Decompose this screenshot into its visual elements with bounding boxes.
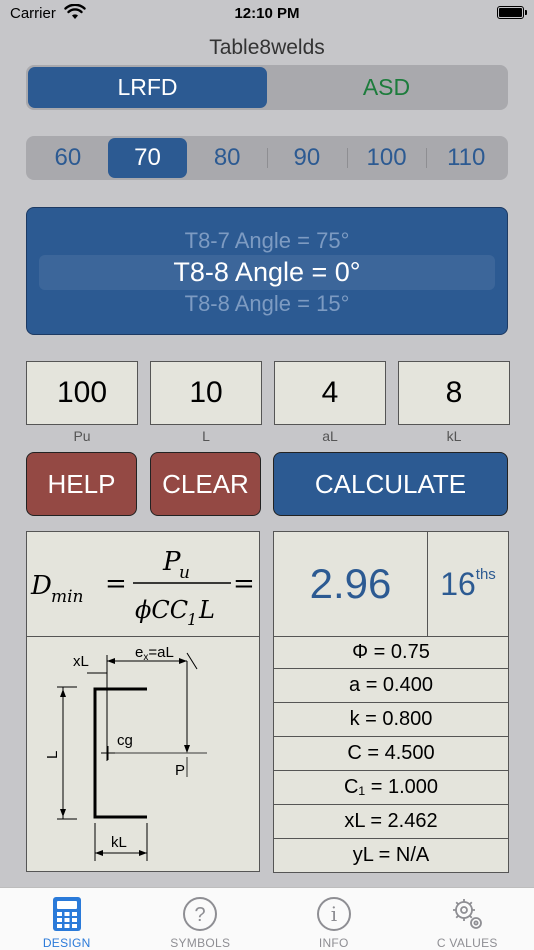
table-angle-picker[interactable]: T8-7 Angle = 75° T8-8 Angle = 0° T8-8 An… [26, 207, 508, 335]
method-segmented-control: LRFD ASD [26, 65, 508, 110]
weld-diagram: ex=aL xL L cg P kL [26, 636, 260, 872]
pu-label: Pu [73, 428, 91, 444]
yl-value: yL = N/A [273, 839, 509, 873]
formula-trailing-equals: = [233, 569, 255, 599]
formula-denominator-sub: 1 [187, 610, 197, 629]
xl-label: xL [73, 653, 89, 670]
tab-symbols[interactable]: ? SYMBOLS [134, 888, 268, 950]
formula-numerator-sub: u [179, 563, 190, 583]
status-bar: Carrier 12:10 PM [0, 0, 534, 30]
gear-icon [449, 896, 485, 932]
phi-value: Φ = 0.75 [273, 636, 509, 669]
al-field[interactable]: 4 [274, 361, 386, 425]
picker-row-above[interactable]: T8-7 Angle = 75° [27, 228, 507, 254]
calculate-button[interactable]: CALCULATE [273, 452, 508, 516]
kl-field[interactable]: 8 [398, 361, 510, 425]
strength-option-80[interactable]: 80 [187, 138, 267, 178]
strength-option-60[interactable]: 60 [28, 138, 108, 178]
picker-row-selected[interactable]: T8-8 Angle = 0° [27, 257, 507, 288]
cg-label: cg [117, 732, 133, 749]
calculator-icon [49, 896, 85, 932]
picker-row-below[interactable]: T8-8 Angle = 15° [27, 291, 507, 317]
method-option-lrfd[interactable]: LRFD [28, 67, 267, 108]
formula-equals: = [105, 569, 127, 599]
k-value: k = 0.800 [273, 703, 509, 737]
kl-label: kL [446, 428, 462, 444]
p-label: P [175, 762, 185, 779]
a-value: a = 0.400 [273, 669, 509, 703]
input-l: 10 L [150, 361, 262, 444]
tab-design[interactable]: DESIGN [0, 888, 134, 950]
result-value: 2.96 [274, 532, 428, 636]
input-kl: 8 kL [398, 361, 510, 444]
tab-symbols-label: SYMBOLS [170, 936, 231, 950]
formula-panel: D min = P u ϕCC 1 L = [26, 531, 260, 637]
clock: 12:10 PM [234, 5, 300, 22]
svg-text:?: ? [195, 904, 206, 926]
question-icon: ? [182, 896, 218, 932]
tab-design-label: DESIGN [42, 936, 91, 950]
computed-values-list: Φ = 0.75 a = 0.400 k = 0.800 C = 4.500 C… [273, 636, 509, 873]
formula-denominator-tail: L [198, 596, 215, 624]
tab-info-label: INFO [318, 936, 349, 950]
l-field[interactable]: 10 [150, 361, 262, 425]
weld-geometry-drawing: ex=aL xL L cg P kL [44, 644, 207, 861]
kl-dimension-label: kL [111, 834, 127, 851]
formula-lhs-sub: min [51, 587, 84, 607]
l-dimension-label: L [44, 751, 61, 759]
formula-denominator: ϕCC [135, 596, 188, 624]
electrode-strength-segmented-control: 60 70 80 90 100 110 [26, 136, 508, 180]
pu-field[interactable]: 100 [26, 361, 138, 425]
info-icon: i [316, 896, 352, 932]
tab-bar: DESIGN ? SYMBOLS i INFO C VALUES [0, 887, 534, 950]
result-panel: 2.96 16 ths [273, 531, 509, 637]
svg-text:i: i [331, 902, 337, 926]
help-button[interactable]: HELP [26, 452, 137, 516]
strength-option-90[interactable]: 90 [267, 138, 347, 178]
l-label: L [202, 428, 210, 444]
page-title: Table8welds [209, 36, 325, 59]
input-pu: 100 Pu [26, 361, 138, 444]
result-unit: 16 ths [440, 565, 496, 602]
strength-option-110[interactable]: 110 [426, 138, 506, 178]
tab-info[interactable]: i INFO [267, 888, 401, 950]
c-value: C = 4.500 [273, 737, 509, 771]
ex-label: ex=aL [135, 644, 174, 663]
c1-value: C₁ = 1.000 [273, 771, 509, 805]
strength-option-100[interactable]: 100 [346, 138, 427, 178]
tab-c-values-label: C VALUES [436, 936, 498, 950]
xl-value: xL = 2.462 [273, 805, 509, 839]
strength-option-70[interactable]: 70 [107, 138, 188, 178]
al-label: aL [322, 428, 338, 444]
input-al: 4 aL [274, 361, 386, 444]
formula-equation: D min = P u ϕCC 1 L = [30, 547, 255, 629]
tab-c-values[interactable]: C VALUES [401, 888, 534, 950]
battery-icon [497, 6, 527, 19]
method-option-asd[interactable]: ASD [267, 67, 506, 108]
formula-lhs: D [30, 571, 52, 601]
clear-button[interactable]: CLEAR [150, 452, 261, 516]
